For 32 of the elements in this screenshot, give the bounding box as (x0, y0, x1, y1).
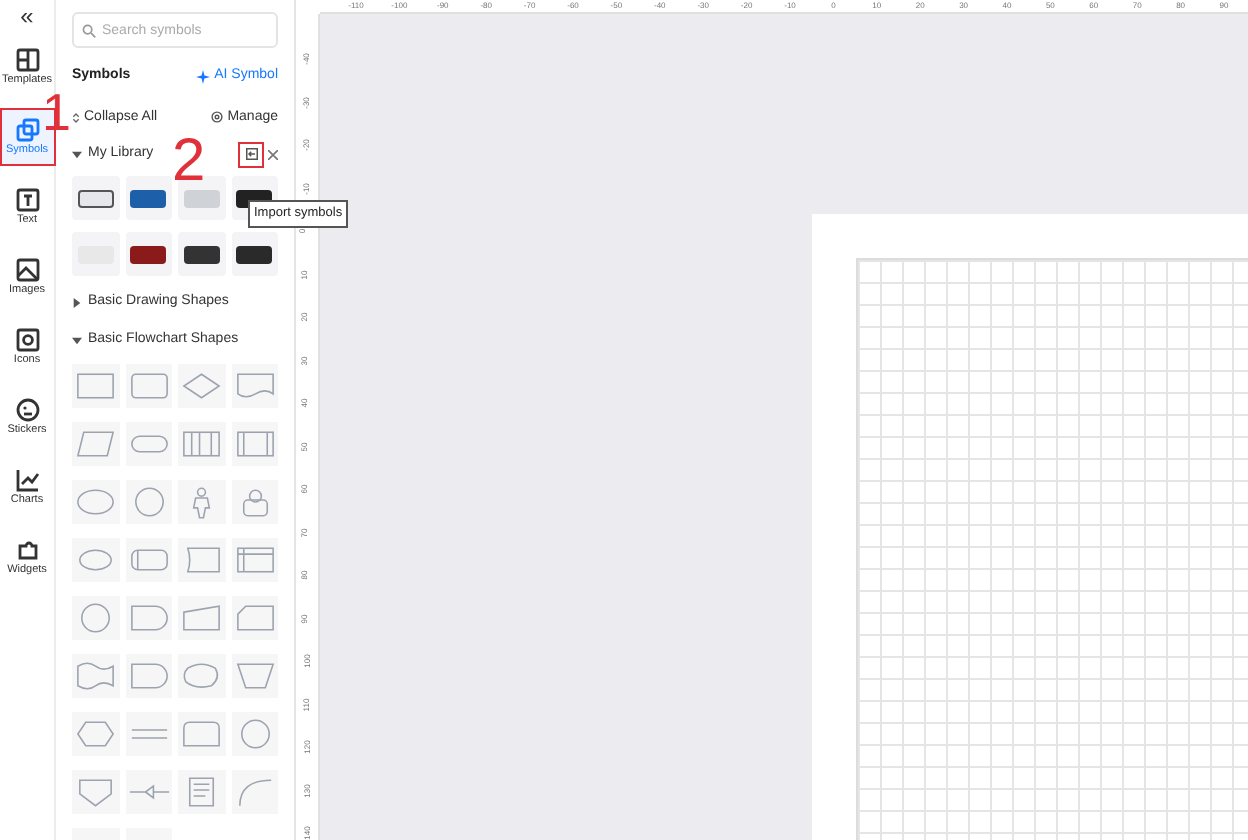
symbol-thumbnail[interactable] (178, 176, 225, 220)
search-icon (82, 24, 96, 38)
device-picture (236, 245, 273, 263)
puzzle-icon (15, 537, 39, 561)
caret-icon (72, 335, 82, 345)
sparkle-icon (196, 69, 211, 84)
shapes-icon (15, 117, 39, 141)
caret-icon (72, 297, 82, 307)
import-button[interactable] (240, 143, 262, 165)
device-picture (130, 245, 167, 263)
close-icon[interactable] (268, 149, 278, 159)
collapse-button[interactable]: « (20, 2, 34, 30)
icons-icon (15, 327, 39, 351)
device-picture (183, 189, 220, 207)
symbol-thumbnail[interactable] (72, 176, 119, 220)
text-icon (15, 187, 39, 211)
collapse-icon (72, 111, 80, 124)
import-icon (245, 148, 257, 160)
annotation-number: 2 (172, 132, 206, 192)
chart-icon (15, 467, 39, 491)
symbol-thumbnail[interactable] (125, 232, 172, 276)
symbol-thumbnail[interactable] (125, 176, 172, 220)
symbol-thumbnail[interactable] (231, 232, 278, 276)
sticker-icon (15, 397, 39, 421)
settings-icon (209, 110, 224, 125)
device-picture (130, 189, 167, 207)
device-picture (77, 189, 114, 207)
image-icon (15, 257, 39, 281)
layout-icon (15, 47, 39, 71)
caret-icon (72, 149, 82, 159)
device-picture (183, 245, 220, 263)
symbol-thumbnail[interactable] (178, 232, 225, 276)
